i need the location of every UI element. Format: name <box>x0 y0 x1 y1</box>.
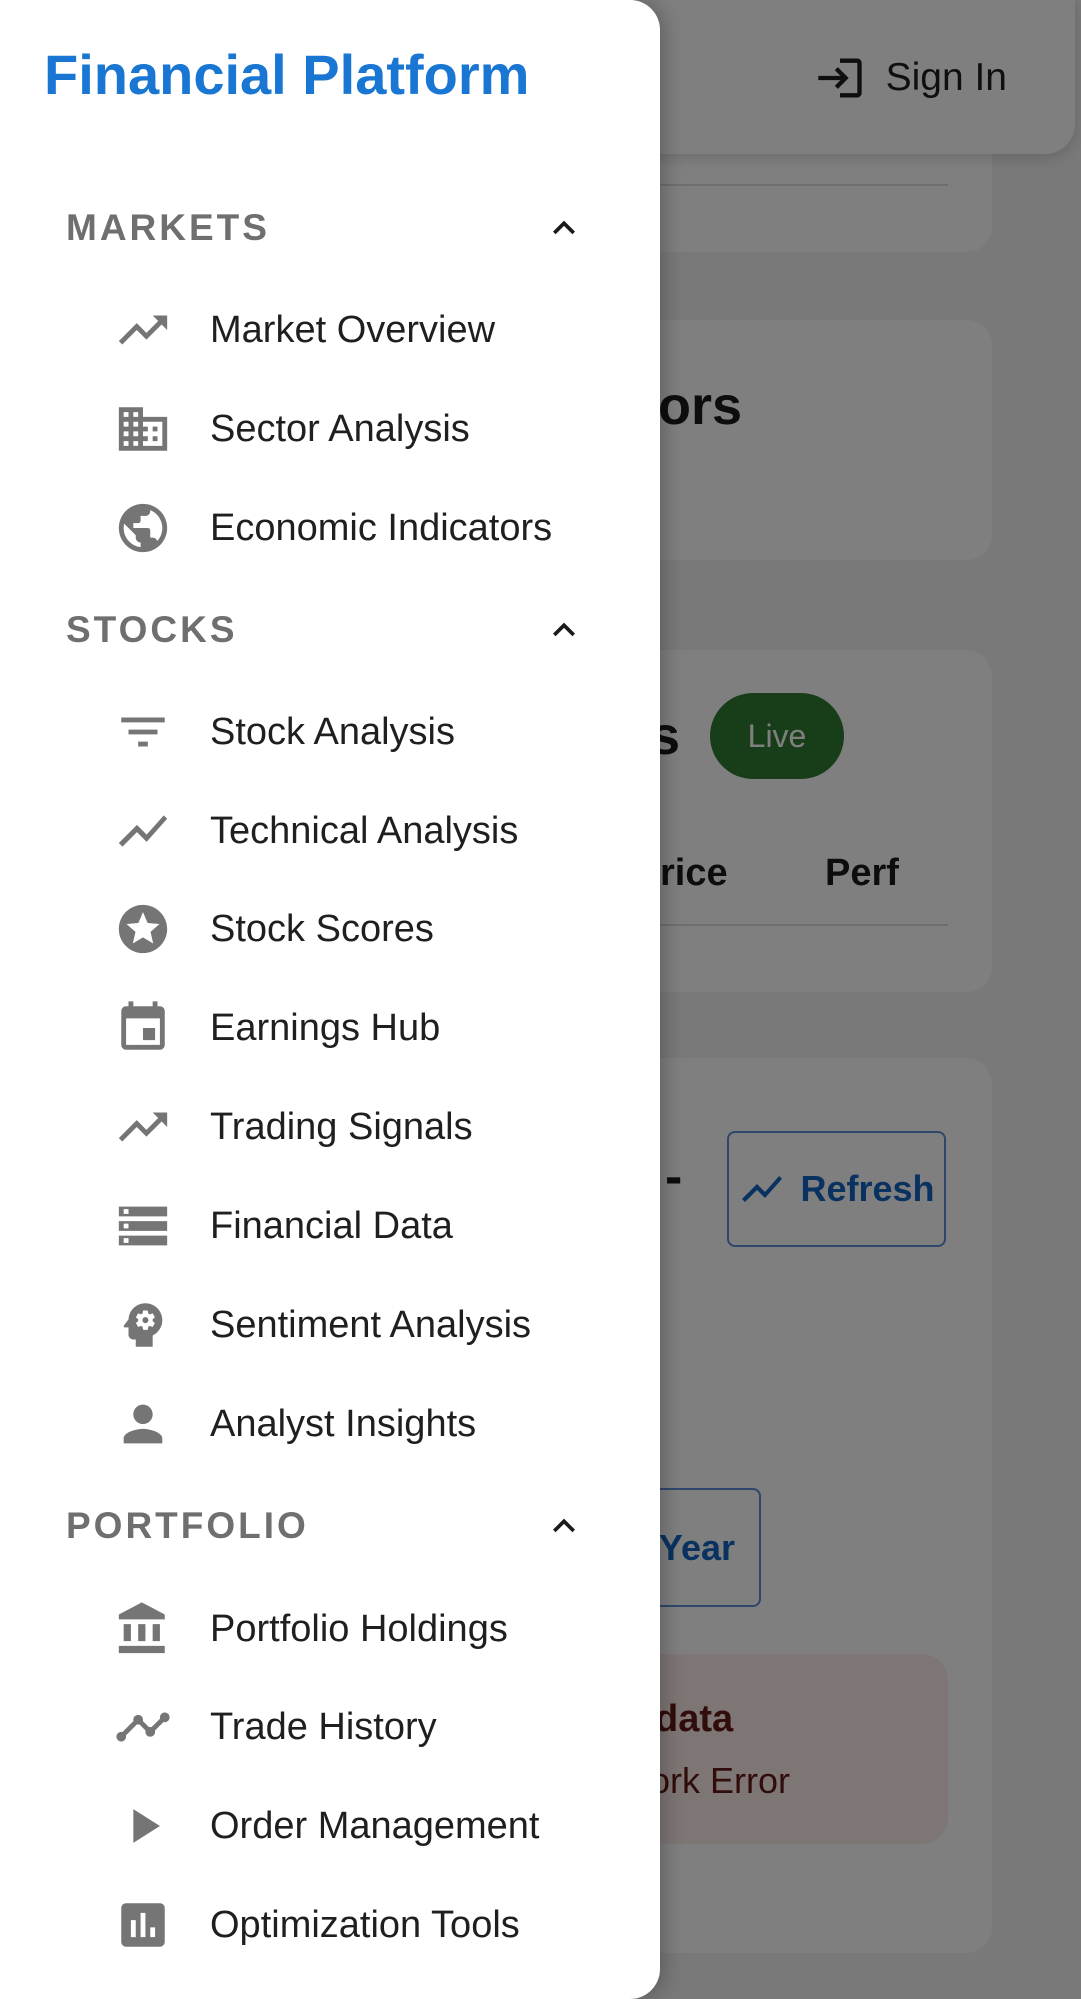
nav-item-trading-signals[interactable]: Trading Signals <box>110 1091 630 1163</box>
timeline-icon <box>110 1694 176 1760</box>
nav-item-label: Stock Analysis <box>210 710 455 753</box>
nav-item-stock-analysis[interactable]: Stock Analysis <box>110 696 630 768</box>
section-title: PORTFOLIO <box>66 1505 309 1546</box>
psychology-icon <box>110 1292 176 1358</box>
section-stocks-header[interactable]: STOCKS <box>66 600 586 660</box>
navigation-drawer: Financial Platform MARKETS Market Overvi… <box>0 0 660 1999</box>
nav-item-label: Trading Signals <box>210 1105 473 1148</box>
nav-item-financial-data[interactable]: Financial Data <box>110 1190 630 1262</box>
stars-icon <box>110 896 176 962</box>
nav-item-label: Trade History <box>210 1705 437 1748</box>
nav-item-label: Sector Analysis <box>210 407 470 450</box>
trending-up-icon <box>110 297 176 363</box>
section-title: MARKETS <box>66 207 270 248</box>
nav-item-analyst-insights[interactable]: Analyst Insights <box>110 1388 630 1460</box>
nav-item-earnings-hub[interactable]: Earnings Hub <box>110 992 630 1064</box>
trending-up-icon <box>110 1094 176 1160</box>
chevron-up-icon <box>553 622 575 637</box>
business-icon <box>110 396 176 462</box>
nav-item-label: Order Management <box>210 1804 540 1847</box>
nav-item-technical-analysis[interactable]: Technical Analysis <box>110 795 630 867</box>
play-arrow-icon <box>110 1793 176 1859</box>
nav-item-stock-scores[interactable]: Stock Scores <box>110 893 630 965</box>
nav-item-label: Economic Indicators <box>210 506 553 549</box>
show-chart-icon <box>110 798 176 864</box>
nav-item-label: Optimization Tools <box>210 1903 520 1946</box>
filter-list-icon <box>110 699 176 765</box>
nav-item-label: Financial Data <box>210 1204 453 1247</box>
section-title: STOCKS <box>66 609 238 650</box>
chevron-up-icon <box>553 1518 575 1533</box>
nav-item-label: Stock Scores <box>210 907 434 950</box>
nav-item-economic-indicators[interactable]: Economic Indicators <box>110 492 630 564</box>
nav-item-label: Sentiment Analysis <box>210 1303 532 1346</box>
assessment-icon <box>110 1892 176 1958</box>
nav-item-trade-history[interactable]: Trade History <box>110 1691 630 1763</box>
nav-item-sentiment-analysis[interactable]: Sentiment Analysis <box>110 1289 630 1361</box>
nav-item-label: Market Overview <box>210 308 496 351</box>
nav-item-order-management[interactable]: Order Management <box>110 1790 630 1862</box>
brand-title[interactable]: Financial Platform <box>44 42 529 107</box>
nav-item-label: Portfolio Holdings <box>210 1607 508 1650</box>
section-portfolio-header[interactable]: PORTFOLIO <box>66 1496 586 1556</box>
person-icon <box>110 1391 176 1457</box>
chevron-up-icon <box>553 220 575 235</box>
nav-item-label: Analyst Insights <box>210 1402 477 1445</box>
nav-item-optimization-tools[interactable]: Optimization Tools <box>110 1889 630 1961</box>
section-markets-header[interactable]: MARKETS <box>66 198 586 258</box>
nav-item-label: Technical Analysis <box>210 809 519 852</box>
storage-icon <box>110 1193 176 1259</box>
event-icon <box>110 995 176 1061</box>
nav-item-label: Earnings Hub <box>210 1006 441 1049</box>
nav-item-market-overview[interactable]: Market Overview <box>110 294 630 366</box>
account-balance-icon <box>110 1596 176 1662</box>
nav-item-portfolio-holdings[interactable]: Portfolio Holdings <box>110 1593 630 1665</box>
nav-item-sector-analysis[interactable]: Sector Analysis <box>110 393 630 465</box>
public-icon <box>110 495 176 561</box>
